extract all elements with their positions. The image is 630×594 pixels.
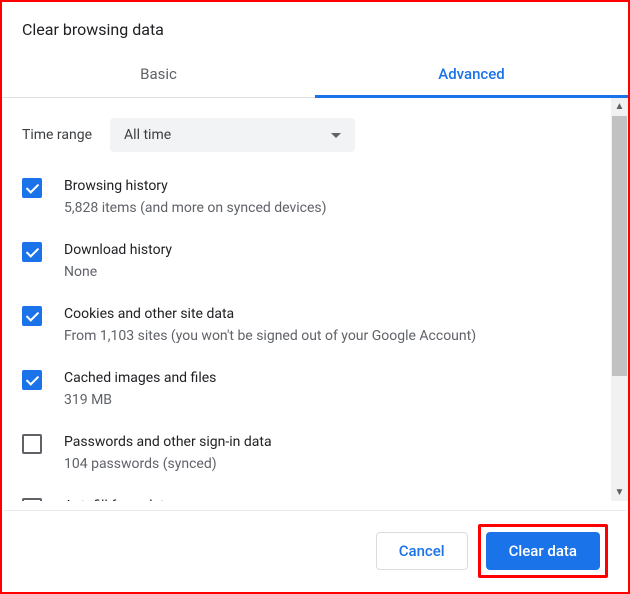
scrollbar-thumb[interactable] (612, 116, 627, 376)
tab-basic[interactable]: Basic (2, 53, 315, 97)
checkbox-cookies[interactable] (22, 306, 42, 326)
option-passwords[interactable]: Passwords and other sign-in data 104 pas… (22, 432, 598, 474)
scrollbar-track[interactable]: ▲ ▼ (611, 98, 628, 501)
dialog-title: Clear browsing data (2, 2, 628, 53)
option-browsing-history[interactable]: Browsing history 5,828 items (and more o… (22, 176, 598, 218)
option-title: Passwords and other sign-in data (64, 432, 272, 452)
time-range-value: All time (124, 127, 171, 143)
option-sub: 319 MB (64, 390, 216, 410)
option-title: Autofill form data (64, 496, 172, 501)
option-title: Cached images and files (64, 368, 216, 388)
dialog-footer: Cancel Clear data (4, 510, 626, 590)
highlight-annotation: Clear data (478, 524, 608, 578)
option-cached[interactable]: Cached images and files 319 MB (22, 368, 598, 410)
chevron-down-icon (331, 133, 341, 138)
option-cookies[interactable]: Cookies and other site data From 1,103 s… (22, 304, 598, 346)
option-autofill[interactable]: Autofill form data (22, 496, 598, 501)
checkbox-download-history[interactable] (22, 242, 42, 262)
option-sub: 104 passwords (synced) (64, 454, 272, 474)
options-scroll-area: Time range All time Browsing history 5,8… (2, 98, 628, 501)
cancel-button[interactable]: Cancel (376, 532, 468, 570)
scroll-down-icon[interactable]: ▼ (614, 487, 625, 498)
checkbox-autofill[interactable] (22, 498, 42, 501)
checkbox-browsing-history[interactable] (22, 178, 42, 198)
checkbox-cached[interactable] (22, 370, 42, 390)
option-title: Download history (64, 240, 172, 260)
time-range-select[interactable]: All time (110, 118, 355, 152)
option-sub: 5,828 items (and more on synced devices) (64, 198, 327, 218)
tab-bar: Basic Advanced (2, 53, 628, 98)
option-title: Cookies and other site data (64, 304, 476, 324)
option-sub: From 1,103 sites (you won't be signed ou… (64, 326, 476, 346)
tab-advanced[interactable]: Advanced (315, 53, 628, 97)
option-sub: None (64, 262, 172, 282)
time-range-row: Time range All time (22, 118, 598, 152)
option-download-history[interactable]: Download history None (22, 240, 598, 282)
checkbox-passwords[interactable] (22, 434, 42, 454)
scroll-up-icon[interactable]: ▲ (614, 101, 625, 112)
time-range-label: Time range (22, 127, 92, 143)
clear-data-button[interactable]: Clear data (486, 532, 600, 570)
option-title: Browsing history (64, 176, 327, 196)
